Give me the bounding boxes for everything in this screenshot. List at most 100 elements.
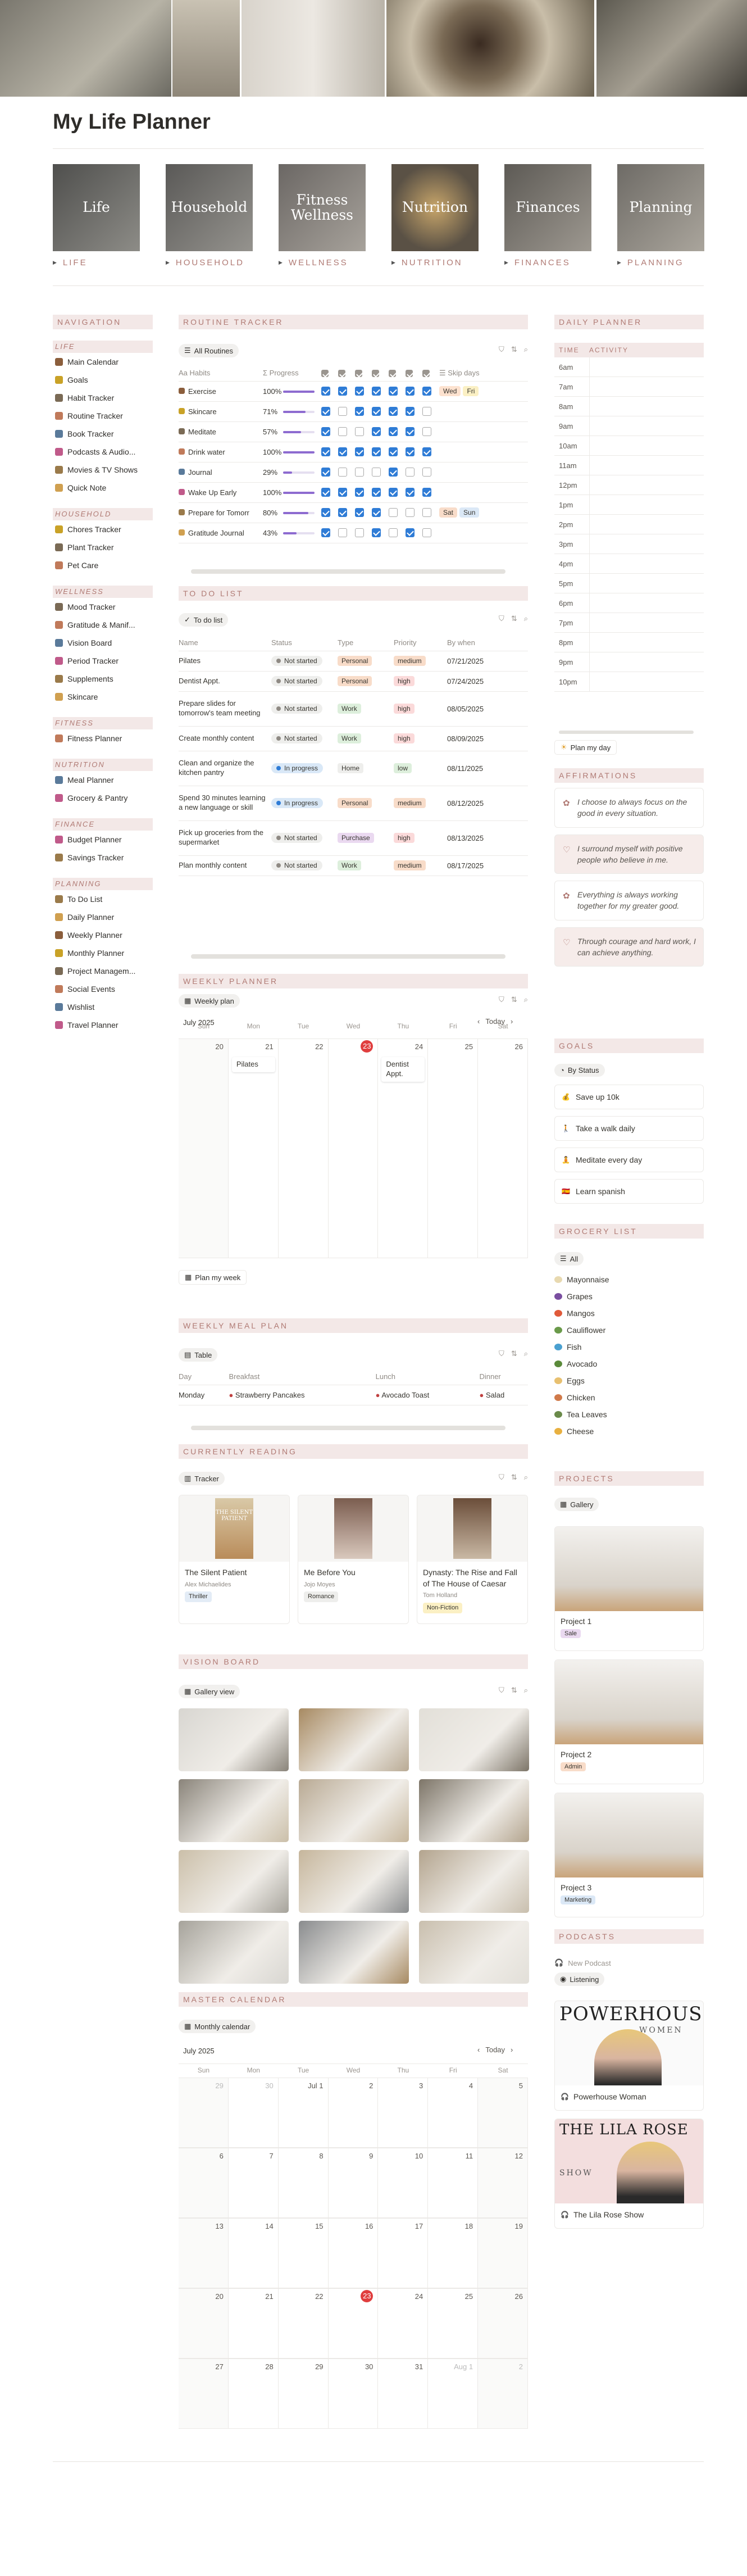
habit-checkbox[interactable]	[321, 421, 338, 442]
projects-view-tab[interactable]: ▦ Gallery	[554, 1498, 599, 1511]
nav-item[interactable]: Quick Note	[53, 479, 153, 497]
filter-icon[interactable]: ⛉	[499, 1686, 504, 1695]
nav-item[interactable]: Weekly Planner	[53, 926, 153, 944]
meal-row[interactable]: Monday ● Strawberry Pancakes ● Avocado Toa…	[179, 1385, 528, 1405]
activity-cell[interactable]	[589, 633, 704, 652]
master-view-tab[interactable]: ▦ Monthly calendar	[179, 2020, 256, 2033]
activity-cell[interactable]	[589, 475, 704, 495]
habit-checkbox[interactable]	[372, 421, 389, 442]
category-label[interactable]: ▶ FINANCES	[504, 258, 591, 267]
habit-checkbox[interactable]	[338, 381, 355, 402]
nav-item[interactable]: Podcasts & Audio...	[53, 443, 153, 461]
category-card[interactable]: Household ▶ HOUSEHOLD	[166, 164, 253, 267]
habit-checkbox[interactable]	[338, 421, 355, 442]
nav-item[interactable]: Routine Tracker	[53, 407, 153, 425]
nav-item[interactable]: Mood Tracker	[53, 598, 153, 616]
calendar-day[interactable]: 12	[478, 2148, 528, 2218]
time-slot[interactable]: 12pm	[554, 475, 704, 495]
goal-card[interactable]: 🚶 Take a walk daily	[554, 1116, 704, 1141]
book-card[interactable]: Me Before You Jojo Moyes Romance	[298, 1495, 409, 1624]
grocery-item[interactable]: Grapes	[554, 1288, 704, 1305]
habit-checkbox[interactable]	[389, 381, 406, 402]
prev-icon[interactable]: ‹	[477, 2046, 480, 2054]
time-slot[interactable]: 3pm	[554, 534, 704, 554]
habit-checkbox[interactable]	[338, 462, 355, 483]
search-icon[interactable]: ⌕	[524, 995, 528, 1004]
routine-row[interactable]: Drink water 100%	[179, 442, 528, 462]
next-icon[interactable]: ›	[511, 2046, 513, 2054]
nav-item[interactable]: Savings Tracker	[53, 849, 153, 867]
habit-checkbox[interactable]	[389, 401, 406, 422]
meal-view-tab[interactable]: ▤ Table	[179, 1348, 218, 1362]
calendar-day[interactable]: 26	[478, 1039, 528, 1258]
time-slot[interactable]: 8am	[554, 397, 704, 416]
habit-checkbox[interactable]	[422, 401, 439, 422]
todo-row[interactable]: Create monthly content Not started Work hig…	[179, 726, 528, 751]
vision-image[interactable]	[179, 1708, 289, 1771]
affirmation-card[interactable]: ✿ Everything is always working together f…	[554, 881, 704, 920]
vision-image[interactable]	[299, 1921, 409, 1984]
habit-checkbox[interactable]	[321, 401, 338, 422]
activity-cell[interactable]	[589, 456, 704, 475]
grocery-item[interactable]: Cauliflower	[554, 1322, 704, 1339]
nav-item[interactable]: Pet Care	[53, 556, 153, 574]
time-slot[interactable]: 8pm	[554, 633, 704, 652]
category-card[interactable]: Planning ▶ PLANNING	[617, 164, 704, 267]
plan-week-button[interactable]: ▦ Plan my week	[179, 1270, 247, 1285]
calendar-day[interactable]: 28	[228, 2359, 279, 2429]
nav-item[interactable]: Social Events	[53, 980, 153, 998]
nav-item[interactable]: Period Tracker	[53, 652, 153, 670]
todo-row[interactable]: Prepare slides for tomorrow's team meeti…	[179, 691, 528, 727]
weekly-view-tab[interactable]: ▦ Weekly plan	[179, 994, 240, 1008]
calendar-day[interactable]: 4	[428, 2078, 479, 2148]
sort-icon[interactable]: ⇅	[511, 1473, 517, 1482]
habit-checkbox[interactable]	[355, 381, 372, 402]
habit-checkbox[interactable]	[321, 523, 338, 543]
habit-checkbox[interactable]	[355, 462, 372, 483]
time-slot[interactable]: 10am	[554, 436, 704, 456]
vision-image[interactable]	[179, 1779, 289, 1842]
time-slot[interactable]: 11am	[554, 456, 704, 475]
grocery-view-tab[interactable]: ☰ All	[554, 1252, 584, 1266]
calendar-day[interactable]: 16	[328, 2218, 379, 2288]
book-card[interactable]: Dynasty: The Rise and Fall of The House …	[417, 1495, 528, 1624]
time-slot[interactable]: 10pm	[554, 672, 704, 692]
nav-item[interactable]: Book Tracker	[53, 425, 153, 443]
calendar-day[interactable]: 31	[378, 2359, 429, 2429]
habit-checkbox[interactable]	[406, 462, 422, 483]
habit-checkbox[interactable]	[355, 482, 372, 503]
habit-checkbox[interactable]	[406, 502, 422, 523]
habit-checkbox[interactable]	[338, 482, 355, 503]
calendar-day[interactable]: 2	[478, 2359, 528, 2429]
todo-row[interactable]: Dentist Appt. Not started Personal high 07/2…	[179, 671, 528, 692]
habit-checkbox[interactable]	[406, 442, 422, 462]
calendar-day[interactable]: 20	[179, 2288, 229, 2359]
habit-checkbox[interactable]	[321, 381, 338, 402]
nav-item[interactable]: Monthly Planner	[53, 944, 153, 962]
calendar-day[interactable]: 25	[428, 2288, 479, 2359]
search-icon[interactable]: ⌕	[524, 1686, 528, 1695]
calendar-day[interactable]: 29	[179, 2078, 229, 2148]
nav-item[interactable]: Skincare	[53, 688, 153, 706]
calendar-day[interactable]: 18	[428, 2218, 479, 2288]
podcasts-view-tab[interactable]: ◉ Listening	[554, 1972, 605, 1986]
calendar-day[interactable]: 8	[278, 2148, 329, 2218]
nav-item[interactable]: Movies & TV Shows	[53, 461, 153, 479]
plan-day-button[interactable]: ☀ Plan my day	[554, 740, 617, 755]
search-icon[interactable]: ⌕	[524, 345, 528, 354]
calendar-day[interactable]: Aug 1	[428, 2359, 479, 2429]
todo-row[interactable]: Clean and organize the kitchen pantry In …	[179, 751, 528, 786]
category-card[interactable]: Nutrition ▶ NUTRITION	[391, 164, 479, 267]
calendar-day[interactable]: 24	[378, 2288, 429, 2359]
category-label[interactable]: ▶ LIFE	[53, 258, 140, 267]
habit-checkbox[interactable]	[321, 442, 338, 462]
habit-checkbox[interactable]	[389, 523, 406, 543]
habit-checkbox[interactable]	[422, 381, 439, 402]
calendar-day[interactable]: 9	[328, 2148, 379, 2218]
grocery-item[interactable]: Tea Leaves	[554, 1406, 704, 1423]
activity-cell[interactable]	[589, 672, 704, 691]
time-slot[interactable]: 6am	[554, 357, 704, 377]
calendar-day[interactable]: 13	[179, 2218, 229, 2288]
activity-cell[interactable]	[589, 397, 704, 416]
search-icon[interactable]: ⌕	[524, 1349, 528, 1358]
